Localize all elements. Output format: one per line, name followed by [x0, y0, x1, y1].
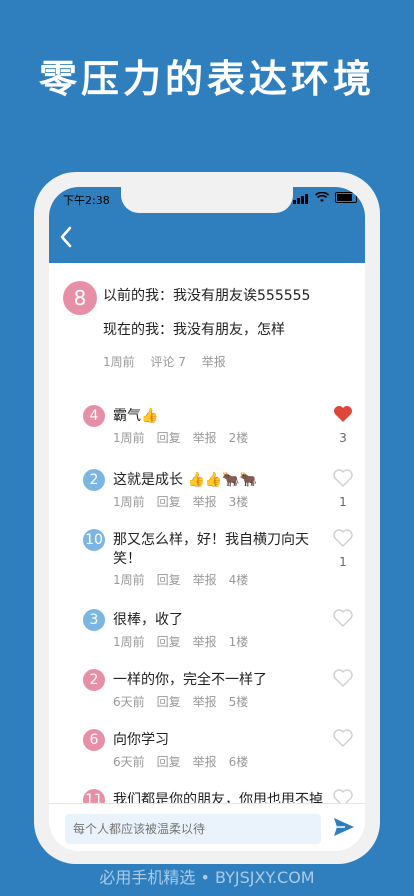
report-link[interactable]: 举报: [193, 431, 217, 445]
reply-text: 霸气👍: [113, 408, 159, 424]
reply-link[interactable]: 回复: [157, 635, 181, 649]
report-link[interactable]: 举报: [202, 355, 226, 369]
reply-link[interactable]: 回复: [157, 573, 181, 587]
comment-input[interactable]: [65, 814, 321, 844]
signal-icon: [293, 191, 309, 204]
avatar[interactable]: 11: [83, 789, 105, 803]
like-count: 1: [339, 555, 347, 569]
comment-list[interactable]: 8 以前的我：我没有朋友诶555555 现在的我：我没有朋友，怎样 1周前 评论…: [49, 263, 365, 803]
report-link[interactable]: 举报: [193, 695, 217, 709]
avatar[interactable]: 2: [83, 669, 105, 691]
post-line-1: 以前的我：我没有朋友诶555555: [103, 288, 311, 304]
floor-number: 2楼: [228, 431, 249, 445]
post-meta: 1周前 评论 7 举报: [103, 353, 238, 370]
reply-link[interactable]: 回复: [157, 431, 181, 445]
like-button[interactable]: [333, 789, 353, 803]
like-button[interactable]: [333, 729, 353, 755]
reply-item: 3 很棒，收了 1周前 回复 举报 1楼: [49, 609, 365, 669]
reply-time: 6天前: [113, 755, 145, 769]
status-icons: [293, 191, 357, 204]
like-button[interactable]: [333, 669, 353, 695]
status-bar: 下午2:38: [49, 187, 365, 217]
reply-item: 2 这就是成长 👍👍🐂🐂 1周前 回复 举报 3楼 1: [49, 469, 365, 529]
reply-item: 6 向你学习 6天前 回复 举报 6楼: [49, 729, 365, 789]
avatar[interactable]: 6: [83, 729, 105, 751]
reply-item: 2 一样的你，完全不一样了 6天前 回复 举报 5楼: [49, 669, 365, 729]
headline: 零压力的表达环境: [38, 57, 375, 101]
send-icon[interactable]: [331, 814, 357, 840]
like-button[interactable]: [333, 609, 353, 635]
post-line-2: 现在的我：我没有朋友，怎样: [103, 322, 285, 338]
like-button[interactable]: 1: [333, 469, 353, 509]
like-count: 3: [339, 431, 347, 445]
heart-outline-icon: [333, 529, 353, 547]
comment-count[interactable]: 评论 7: [150, 355, 185, 369]
back-button[interactable]: [59, 225, 73, 255]
heart-outline-icon: [333, 729, 353, 747]
notch: [121, 187, 293, 213]
reply-time: 1周前: [113, 573, 145, 587]
battery-icon: [335, 192, 357, 203]
reply-link[interactable]: 回复: [157, 695, 181, 709]
phone-frame: 下午2:38 8 以前的我：我没有朋友诶555555 现在的我：我没有朋友，怎样…: [34, 172, 380, 864]
reply-time: 1周前: [113, 635, 145, 649]
report-link[interactable]: 举报: [193, 573, 217, 587]
reply-link[interactable]: 回复: [157, 755, 181, 769]
status-time: 下午2:38: [63, 194, 110, 207]
heart-outline-icon: [333, 669, 353, 687]
reply-link[interactable]: 回复: [157, 495, 181, 509]
avatar[interactable]: 10: [83, 529, 105, 551]
main-post: 8 以前的我：我没有朋友诶555555 现在的我：我没有朋友，怎样 1周前 评论…: [49, 263, 365, 373]
phone-screen: 下午2:38 8 以前的我：我没有朋友诶555555 现在的我：我没有朋友，怎样…: [49, 187, 365, 851]
floor-number: 6楼: [228, 755, 249, 769]
heart-outline-icon: [333, 469, 353, 487]
reply-meta: 1周前 回复 举报 1楼: [113, 633, 260, 650]
heart-outline-icon: [333, 609, 353, 627]
avatar[interactable]: 2: [83, 469, 105, 491]
wifi-icon: [315, 192, 329, 202]
like-count: 1: [339, 495, 347, 509]
reply-time: 1周前: [113, 495, 145, 509]
floor-number: 3楼: [228, 495, 249, 509]
post-time: 1周前: [103, 355, 135, 369]
report-link[interactable]: 举报: [193, 635, 217, 649]
like-button[interactable]: 1: [333, 529, 353, 569]
reply-time: 1周前: [113, 431, 145, 445]
reply-meta: 6天前 回复 举报 6楼: [113, 753, 260, 770]
reply-text: 我们都是你的朋友，你甩也甩不掉🐔: [113, 792, 323, 803]
watermark: 必用手机精选 • BYJSJXY.COM: [99, 868, 315, 887]
like-button[interactable]: 3: [333, 405, 353, 445]
reply-text: 很棒，收了: [113, 612, 183, 628]
nav-bar: [49, 217, 365, 263]
reply-item: 10 那又怎么样，好！我自横刀向天笑！ 1周前 回复 举报 4楼 1: [49, 529, 365, 589]
avatar[interactable]: 8: [63, 281, 97, 315]
reply-item: 4 霸气👍 1周前 回复 举报 2楼 3: [49, 405, 365, 465]
floor-number: 4楼: [228, 573, 249, 587]
report-link[interactable]: 举报: [193, 495, 217, 509]
reply-text: 这就是成长 👍👍🐂🐂: [113, 472, 258, 488]
reply-meta: 6天前 回复 举报 5楼: [113, 693, 260, 710]
report-link[interactable]: 举报: [193, 755, 217, 769]
reply-meta: 1周前 回复 举报 3楼: [113, 493, 260, 510]
heart-outline-icon: [333, 789, 353, 803]
reply-text: 一样的你，完全不一样了: [113, 672, 267, 688]
avatar[interactable]: 4: [83, 405, 105, 427]
heart-filled-icon: [334, 406, 352, 422]
reply-text: 向你学习: [113, 732, 169, 748]
reply-text: 那又怎么样，好！我自横刀向天笑！: [113, 532, 309, 567]
reply-meta: 1周前 回复 举报 4楼: [113, 571, 260, 588]
comment-bar: [49, 803, 365, 851]
floor-number: 5楼: [228, 695, 249, 709]
chevron-left-icon: [60, 226, 72, 248]
floor-number: 1楼: [228, 635, 249, 649]
reply-time: 6天前: [113, 695, 145, 709]
reply-meta: 1周前 回复 举报 2楼: [113, 429, 260, 446]
avatar[interactable]: 3: [83, 609, 105, 631]
reply-item: 11 我们都是你的朋友，你甩也甩不掉🐔: [49, 789, 365, 803]
